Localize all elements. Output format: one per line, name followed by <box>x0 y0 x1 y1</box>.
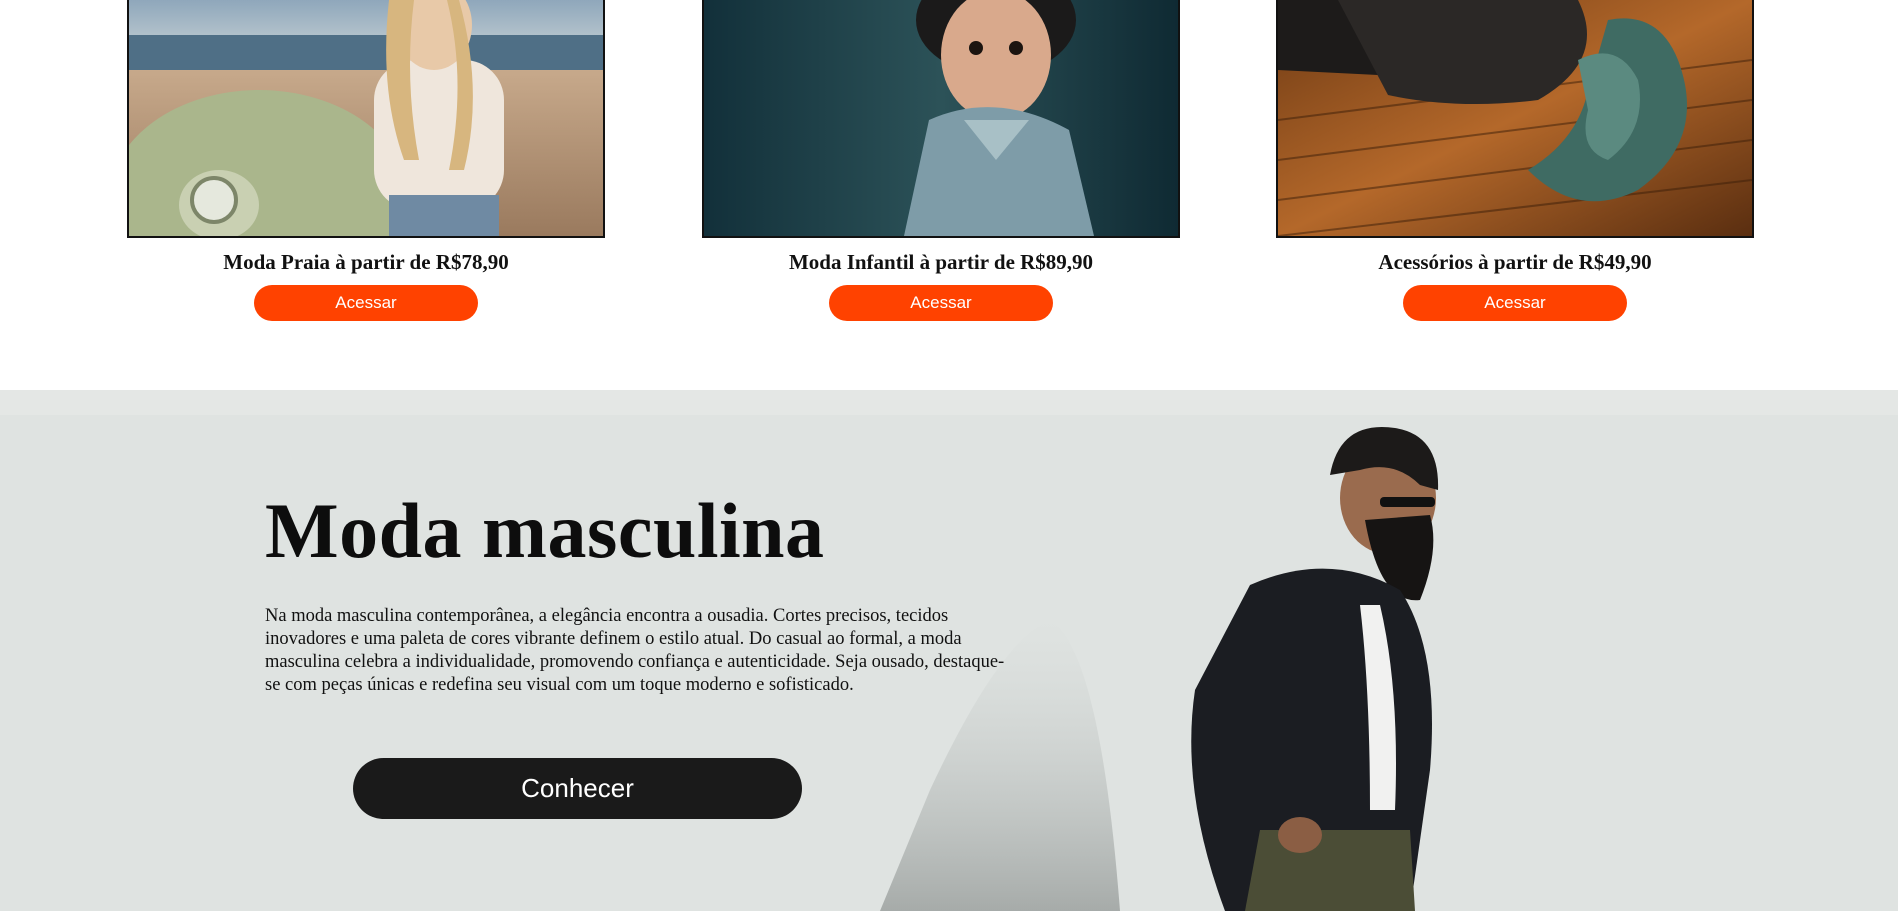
card-title: Moda Infantil à partir de R$89,90 <box>788 250 1094 274</box>
category-cards: Moda Praia à partir de R$78,90 Acessar M… <box>0 0 1898 390</box>
hero-description: Na moda masculina contemporânea, a elegâ… <box>265 606 1005 695</box>
access-button[interactable]: Acessar <box>254 285 478 321</box>
card-kids-fashion: Moda Infantil à partir de R$89,90 Acessa… <box>702 0 1180 321</box>
card-beach-fashion: Moda Praia à partir de R$78,90 Acessar <box>127 0 605 321</box>
mens-fashion-hero: Moda masculina Na moda masculina contemp… <box>0 390 1898 911</box>
hero-heading: Moda masculina <box>265 487 825 574</box>
accessories-photo[interactable] <box>1276 0 1754 238</box>
access-button[interactable]: Acessar <box>1403 285 1627 321</box>
discover-button[interactable]: Conhecer <box>353 758 802 819</box>
card-accessories: Acessórios à partir de R$49,90 Acessar <box>1276 0 1754 321</box>
card-title: Acessórios à partir de R$49,90 <box>1378 250 1652 274</box>
beach-fashion-photo[interactable] <box>127 0 605 238</box>
access-button[interactable]: Acessar <box>829 285 1053 321</box>
card-title: Moda Praia à partir de R$78,90 <box>223 250 509 274</box>
kids-fashion-photo[interactable] <box>702 0 1180 238</box>
